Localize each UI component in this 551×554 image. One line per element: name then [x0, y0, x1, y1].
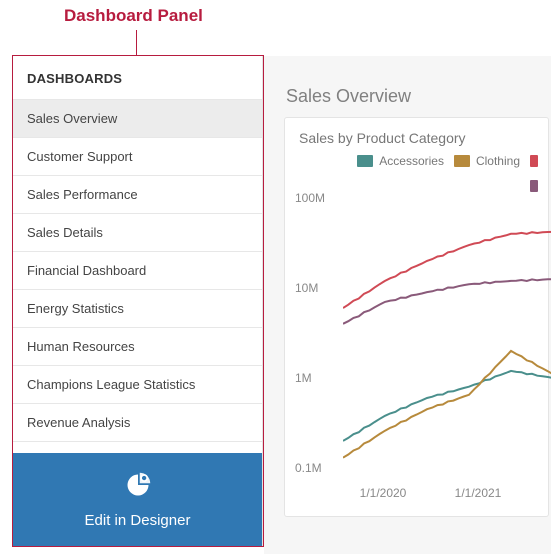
legend-swatch-cut	[530, 154, 538, 168]
chart-card: Sales by Product Category Accessories Clo…	[284, 117, 549, 517]
chart-title: Sales by Product Category	[299, 130, 538, 146]
legend-item-clothing: Clothing	[454, 154, 520, 168]
sidebar-item-champions-league-statistics[interactable]: Champions League Statistics	[13, 366, 262, 404]
legend-swatch-cut	[530, 180, 538, 192]
y-tick-label: 0.1M	[295, 461, 322, 475]
content-area: Sales Overview Sales by Product Category…	[264, 56, 551, 554]
edit-label: Edit in Designer	[85, 512, 191, 529]
sidebar-item-energy-statistics[interactable]: Energy Statistics	[13, 290, 262, 328]
sidebar-list: Sales OverviewCustomer SupportSales Perf…	[13, 100, 262, 442]
x-tick-label: 1/1/2021	[455, 486, 502, 500]
x-tick-label: 1/1/2020	[360, 486, 407, 500]
sidebar-item-customer-support[interactable]: Customer Support	[13, 138, 262, 176]
sidebar-item-human-resources[interactable]: Human Resources	[13, 328, 262, 366]
sidebar-item-sales-performance[interactable]: Sales Performance	[13, 176, 262, 214]
y-tick-label: 10M	[295, 281, 318, 295]
y-tick-label: 1M	[295, 371, 312, 385]
chart-legend: Accessories Clothing	[299, 154, 538, 192]
page-title: Sales Overview	[286, 86, 551, 107]
designer-icon	[124, 471, 152, 504]
chart-plot-area: 100M10M1M0.1M1/1/20201/1/2021	[299, 198, 538, 498]
sidebar-item-sales-details[interactable]: Sales Details	[13, 214, 262, 252]
legend-item-accessories: Accessories	[357, 154, 444, 168]
sidebar-header: DASHBOARDS	[13, 56, 262, 100]
sidebar-item-revenue-analysis[interactable]: Revenue Analysis	[13, 404, 262, 442]
chart-lines	[343, 198, 551, 468]
annotation-connector	[136, 30, 137, 55]
annotation-label: Dashboard Panel	[64, 6, 203, 26]
sidebar-item-sales-overview[interactable]: Sales Overview	[13, 100, 262, 138]
sidebar-item-financial-dashboard[interactable]: Financial Dashboard	[13, 252, 262, 290]
y-tick-label: 100M	[295, 191, 325, 205]
edit-in-designer-button[interactable]: Edit in Designer	[13, 453, 262, 546]
dashboard-panel: DASHBOARDS Sales OverviewCustomer Suppor…	[13, 56, 263, 546]
